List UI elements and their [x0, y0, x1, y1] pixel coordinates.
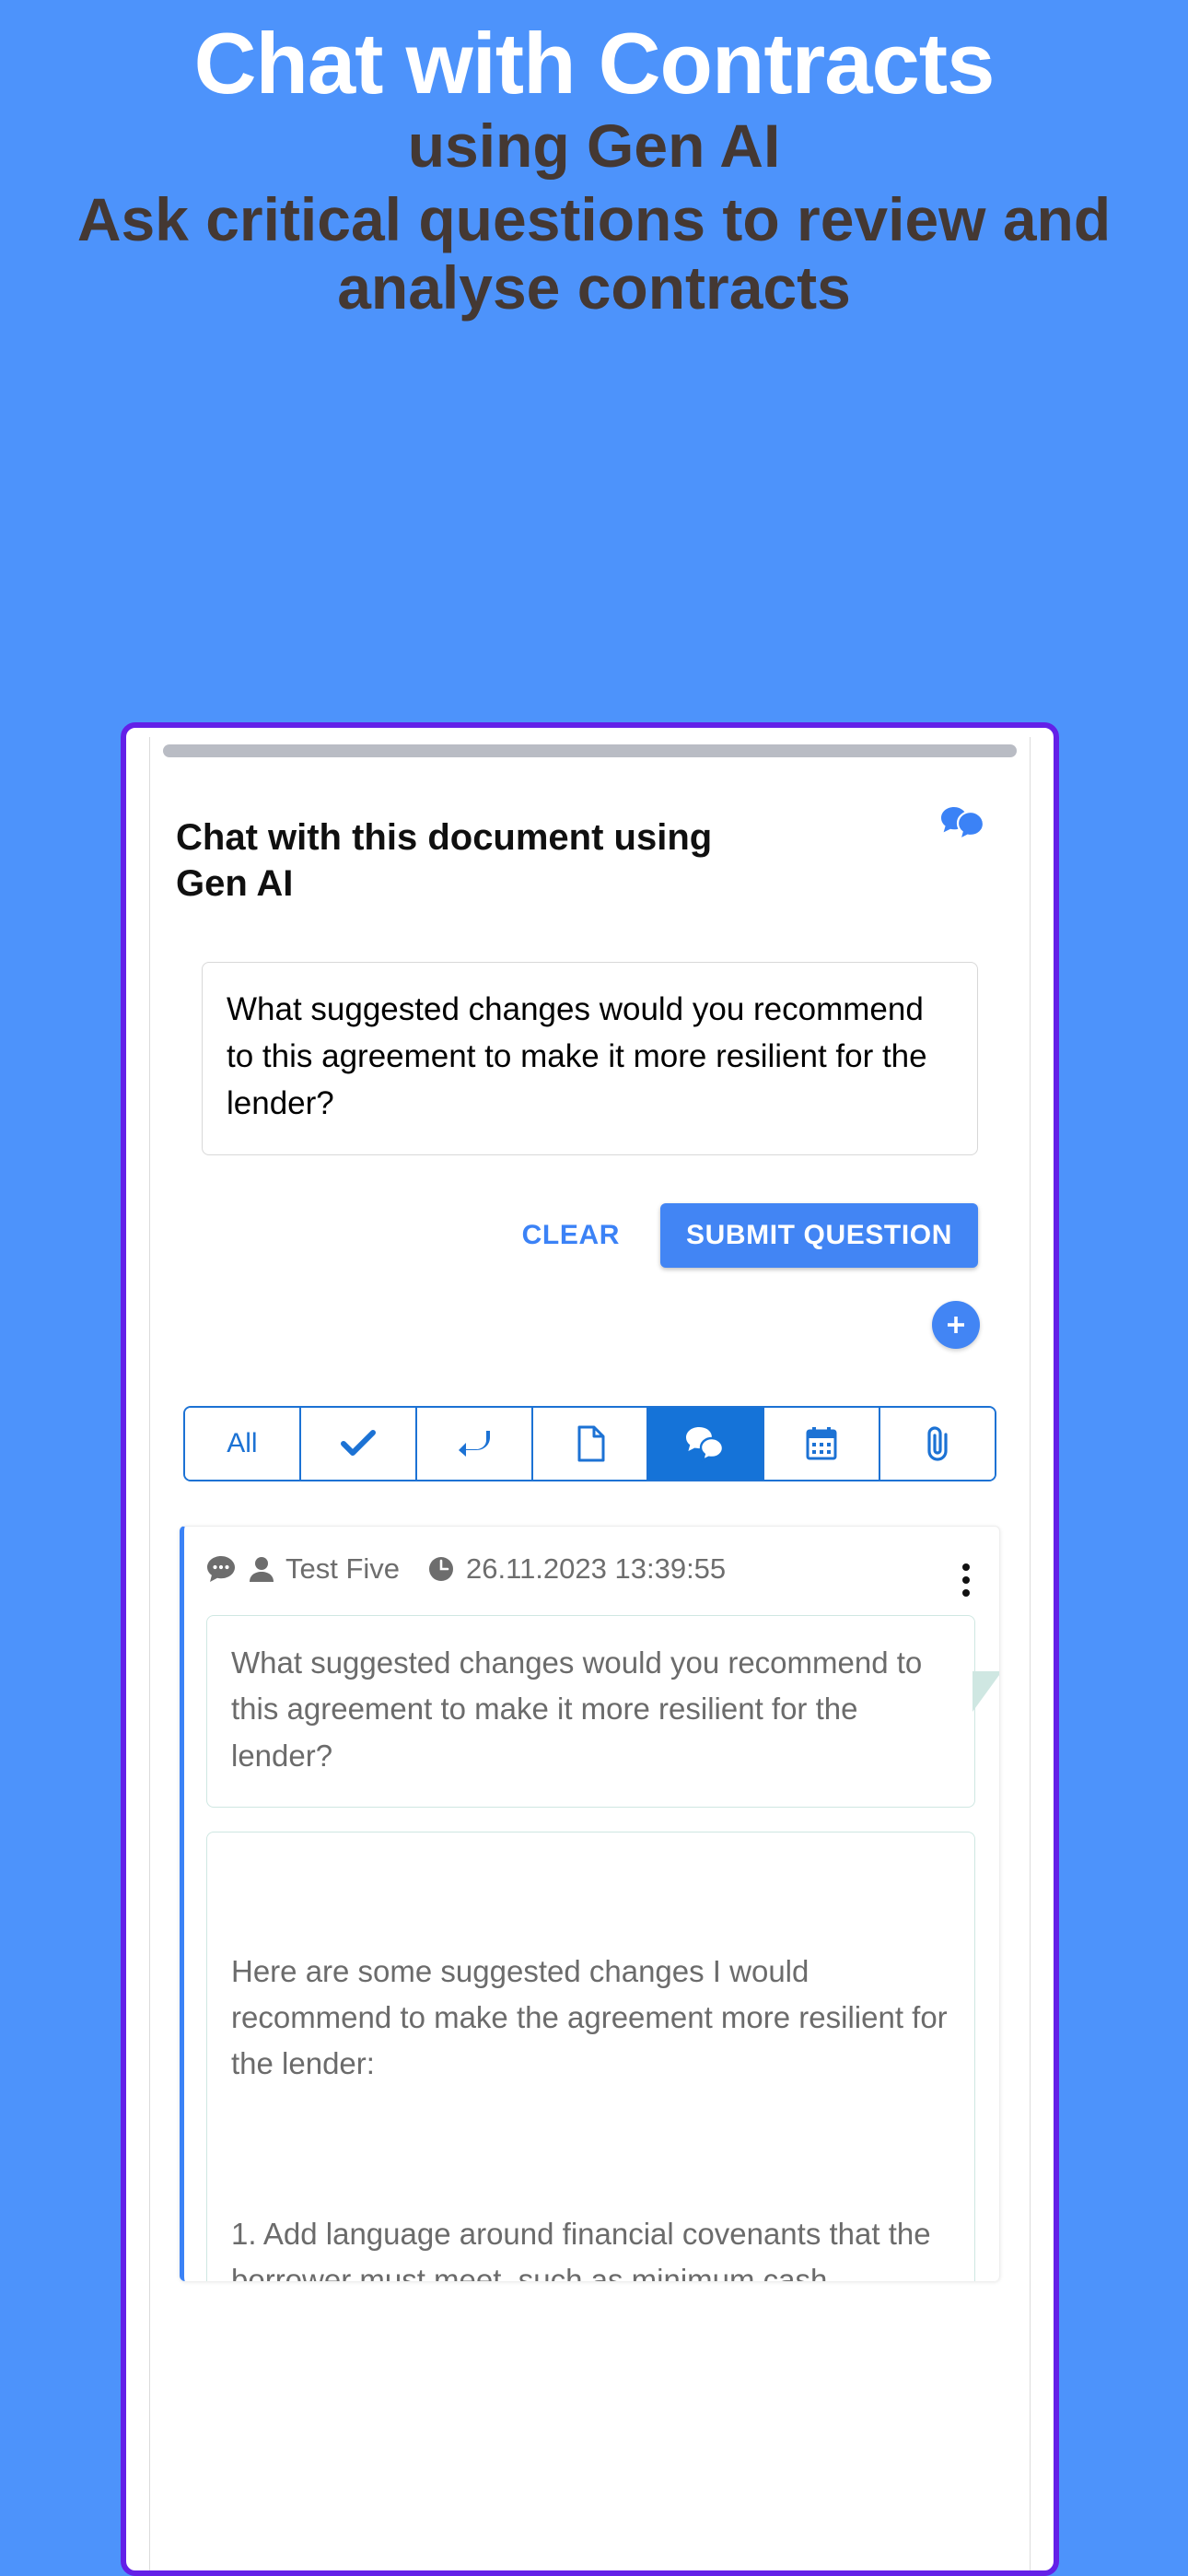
- kebab-menu-icon[interactable]: [962, 1563, 970, 1598]
- calendar-icon: [805, 1426, 838, 1461]
- page-title: Chat with Contracts: [193, 15, 996, 111]
- message-bubble-answer: Here are some suggested changes I would …: [206, 1831, 975, 2282]
- chat-bubbles-icon: [684, 1425, 727, 1463]
- hero-section: Chat with Contracts using Gen AI Ask cri…: [0, 0, 1188, 322]
- horizontal-scrollbar[interactable]: [163, 744, 1017, 757]
- question-actions: CLEAR SUBMIT QUESTION: [176, 1203, 978, 1269]
- app-inner-panel: Chat with this document using Gen AI Wha…: [149, 737, 1031, 2570]
- message-timestamp: 26.11.2023 13:39:55: [466, 1552, 727, 1586]
- question-input[interactable]: What suggested changes would you recomme…: [202, 962, 978, 1156]
- chat-panel-body: Chat with this document using Gen AI Wha…: [150, 761, 1030, 2570]
- filter-all-label: All: [227, 1428, 258, 1459]
- clear-button[interactable]: CLEAR: [502, 1207, 640, 1264]
- filter-chat-button[interactable]: [648, 1408, 765, 1481]
- filter-calendar-button[interactable]: [764, 1408, 881, 1481]
- chat-card-title: Chat with this document using Gen AI: [176, 817, 713, 904]
- answer-paragraph: Here are some suggested changes I would …: [231, 1954, 956, 2081]
- message-card: Test Five 26.11.2023 13:39:55 What sugge…: [180, 1526, 1000, 2282]
- answer-paragraph: 1. Add language around financial covenan…: [231, 2216, 931, 2282]
- hero-subtitle-1: using Gen AI: [407, 111, 781, 180]
- app-screenshot-frame: Chat with this document using Gen AI Wha…: [121, 722, 1059, 2576]
- filter-toolbar: All: [183, 1406, 996, 1482]
- filter-approved-button[interactable]: [300, 1408, 417, 1481]
- message-meta: Test Five 26.11.2023 13:39:55: [206, 1552, 975, 1598]
- filter-reply-button[interactable]: [416, 1408, 533, 1481]
- check-icon: [340, 1428, 377, 1459]
- filter-document-button[interactable]: [532, 1408, 649, 1481]
- submit-question-button[interactable]: SUBMIT QUESTION: [659, 1203, 978, 1269]
- message-author: Test Five: [285, 1552, 401, 1586]
- hero-subtitle-2: Ask critical questions to review and ana…: [76, 184, 1112, 322]
- filter-attachment-button[interactable]: [880, 1408, 995, 1481]
- message-bubble-question: What suggested changes would you recomme…: [206, 1615, 999, 1808]
- paperclip-icon: [922, 1425, 953, 1462]
- plus-icon: [944, 1313, 968, 1337]
- reply-arrow-icon: [457, 1427, 492, 1460]
- add-question-button[interactable]: [932, 1301, 980, 1350]
- document-icon: [576, 1425, 605, 1462]
- clock-icon: [427, 1555, 455, 1583]
- add-button-row: [176, 1301, 980, 1350]
- chat-bubbles-icon: [936, 800, 991, 856]
- question-input-value: What suggested changes would you recomme…: [227, 991, 937, 1121]
- chat-card-header: Chat with this document using Gen AI: [176, 761, 1004, 907]
- filter-all-button[interactable]: All: [185, 1408, 301, 1481]
- comment-dots-icon: [206, 1555, 238, 1583]
- person-icon: [249, 1555, 274, 1583]
